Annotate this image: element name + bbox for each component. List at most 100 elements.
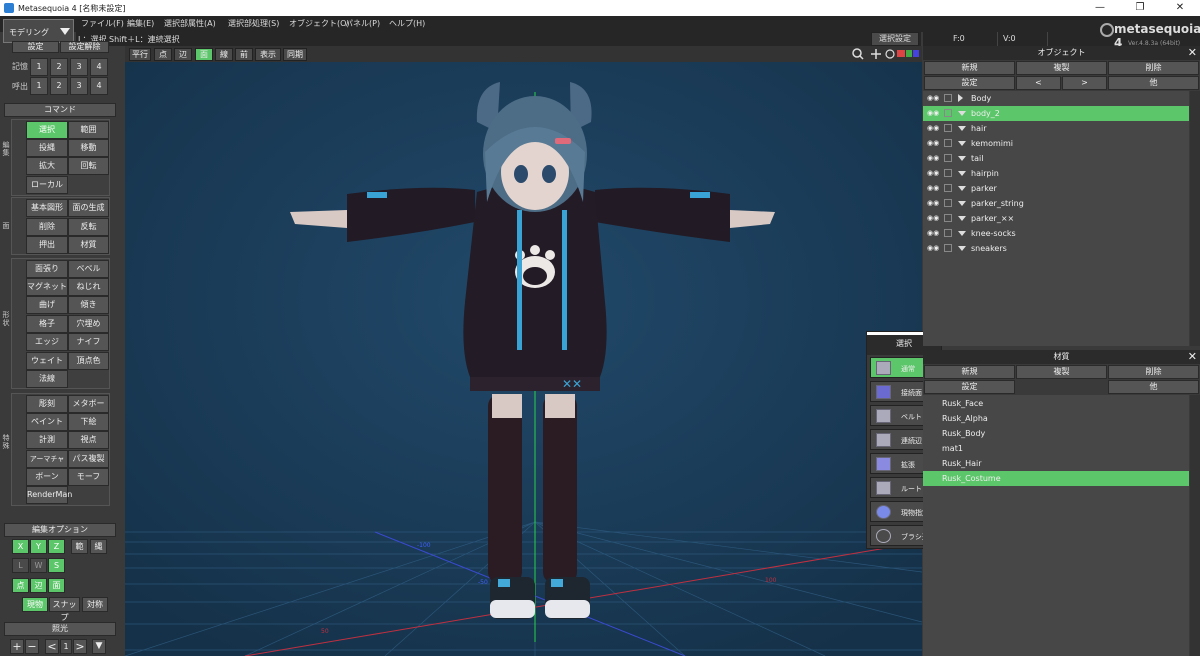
- cmd-path-duplicate[interactable]: パス複製: [68, 450, 109, 468]
- next-light-button[interactable]: >: [73, 639, 87, 654]
- coord-world-toggle[interactable]: W: [30, 558, 47, 573]
- material-new-button[interactable]: 新規: [924, 365, 1015, 379]
- memory-slot-3[interactable]: 3: [70, 58, 88, 76]
- color-mode-icon[interactable]: [897, 50, 905, 57]
- target-face-toggle[interactable]: 面: [48, 578, 65, 593]
- lock-icon[interactable]: [944, 154, 952, 162]
- cmd-magnet[interactable]: マグネット: [26, 278, 68, 296]
- recall-slot-4[interactable]: 4: [90, 77, 108, 95]
- unset-button[interactable]: 設定解除: [60, 41, 109, 53]
- memory-slot-1[interactable]: 1: [30, 58, 48, 76]
- rotate-icon[interactable]: [885, 49, 895, 59]
- lock-icon[interactable]: [944, 214, 952, 222]
- cmd-bevel[interactable]: ベベル: [68, 260, 109, 278]
- cmd-flip[interactable]: 反転: [68, 218, 109, 236]
- view-display-button[interactable]: 表示: [255, 48, 281, 61]
- cmd-viewpoint[interactable]: 視点: [68, 431, 109, 449]
- pan-icon[interactable]: [871, 49, 881, 59]
- cmd-metaball[interactable]: メタボール: [68, 395, 109, 424]
- visibility-icon[interactable]: ◉◉: [927, 229, 939, 237]
- visibility-icon[interactable]: ◉◉: [927, 154, 939, 162]
- target-edge-toggle[interactable]: 辺: [30, 578, 47, 593]
- cmd-material[interactable]: 材質: [68, 236, 109, 254]
- material-settings-button[interactable]: 設定: [924, 380, 1015, 394]
- object-other-button[interactable]: 他: [1108, 76, 1199, 90]
- material-other-button[interactable]: 他: [1108, 380, 1199, 394]
- cmd-edge[interactable]: エッジ: [26, 333, 68, 351]
- set-button[interactable]: 設定: [12, 41, 59, 53]
- chevron-down-icon[interactable]: [958, 111, 966, 116]
- mode-select[interactable]: モデリング: [3, 19, 74, 43]
- material-duplicate-button[interactable]: 複製: [1016, 365, 1107, 379]
- cmd-lasso[interactable]: 投縄: [26, 139, 68, 157]
- cmd-create-face[interactable]: 面の生成: [68, 199, 109, 217]
- object-new-button[interactable]: 新規: [924, 61, 1015, 75]
- visibility-icon[interactable]: ◉◉: [927, 214, 939, 222]
- view-line-button[interactable]: 線: [215, 48, 233, 61]
- chevron-down-icon[interactable]: [958, 186, 966, 191]
- 3d-viewport[interactable]: 平行 点 辺 面 線 前 表示 同期 -100 -50 50 100 ✕✕: [125, 46, 922, 656]
- material-row[interactable]: Rusk_Costume: [923, 471, 1189, 486]
- material-list-scrollbar[interactable]: [1190, 395, 1200, 656]
- chevron-down-icon[interactable]: [958, 231, 966, 236]
- menu-selection-process[interactable]: 選択部処理(S): [228, 18, 279, 29]
- object-row[interactable]: ◉◉ Body: [923, 91, 1189, 106]
- symmetry-toggle[interactable]: 対称: [82, 597, 108, 612]
- cmd-armature[interactable]: アーマチャー: [26, 450, 68, 479]
- lock-icon[interactable]: [944, 94, 952, 102]
- visibility-icon[interactable]: ◉◉: [927, 94, 939, 102]
- lock-icon[interactable]: [944, 229, 952, 237]
- recall-slot-2[interactable]: 2: [50, 77, 68, 95]
- material-row[interactable]: mat1: [923, 441, 1189, 456]
- object-row[interactable]: ◉◉ hairpin: [923, 166, 1189, 181]
- chevron-down-icon[interactable]: [958, 171, 966, 176]
- cmd-knife[interactable]: ナイフ: [68, 333, 109, 351]
- cmd-delete[interactable]: 削除: [26, 218, 68, 236]
- chevron-down-icon[interactable]: [958, 201, 966, 206]
- object-row[interactable]: ◉◉ hair: [923, 121, 1189, 136]
- cmd-fill-hole[interactable]: 穴埋め: [68, 315, 109, 333]
- cmd-tilt[interactable]: 傾き: [68, 296, 109, 314]
- lock-icon[interactable]: [944, 244, 952, 252]
- object-prev-button[interactable]: <: [1016, 76, 1061, 90]
- lock-icon[interactable]: [944, 199, 952, 207]
- scene-canvas[interactable]: -100 -50 50 100 ✕✕: [125, 62, 922, 656]
- material-delete-button[interactable]: 削除: [1108, 365, 1199, 379]
- object-row[interactable]: ◉◉ kemomimi: [923, 136, 1189, 151]
- material-row[interactable]: Rusk_Body: [923, 426, 1189, 441]
- cmd-bend[interactable]: 曲げ: [26, 296, 68, 314]
- object-row[interactable]: ◉◉ parker_string: [923, 196, 1189, 211]
- zoom-icon[interactable]: [852, 48, 862, 58]
- cmd-face-fill[interactable]: 面張り: [26, 260, 68, 278]
- visibility-icon[interactable]: ◉◉: [927, 139, 939, 147]
- lock-icon[interactable]: [944, 124, 952, 132]
- object-row[interactable]: ◉◉ body_2: [923, 106, 1189, 121]
- object-delete-button[interactable]: 削除: [1108, 61, 1199, 75]
- object-next-button[interactable]: >: [1062, 76, 1107, 90]
- cmd-bone[interactable]: ボーン: [26, 468, 68, 486]
- menu-object[interactable]: オブジェクト(O): [289, 18, 350, 29]
- lasso-toggle[interactable]: 縄: [90, 539, 107, 554]
- view-sync-button[interactable]: 同期: [283, 48, 307, 61]
- object-row[interactable]: ◉◉ parker_××: [923, 211, 1189, 226]
- axis-y-toggle[interactable]: Y: [30, 539, 47, 554]
- visibility-icon[interactable]: ◉◉: [927, 109, 939, 117]
- visibility-icon[interactable]: ◉◉: [927, 169, 939, 177]
- cmd-select[interactable]: 選択: [26, 121, 68, 139]
- cmd-extrude[interactable]: 押出: [26, 236, 68, 254]
- chevron-down-icon[interactable]: [958, 246, 966, 251]
- cmd-weight[interactable]: ウェイト: [26, 352, 68, 370]
- object-row[interactable]: ◉◉ knee-socks: [923, 226, 1189, 241]
- material-panel-close-icon[interactable]: ✕: [1188, 350, 1197, 364]
- recall-slot-3[interactable]: 3: [70, 77, 88, 95]
- chevron-down-icon[interactable]: [958, 141, 966, 146]
- cmd-range[interactable]: 範囲: [68, 121, 109, 139]
- lock-icon[interactable]: [944, 109, 952, 117]
- visibility-icon[interactable]: ◉◉: [927, 124, 939, 132]
- cmd-move[interactable]: 移動: [68, 139, 109, 157]
- prev-light-button[interactable]: <: [45, 639, 59, 654]
- object-list-scrollbar[interactable]: [1190, 91, 1200, 346]
- object-duplicate-button[interactable]: 複製: [1016, 61, 1107, 75]
- cmd-rotate[interactable]: 回転: [68, 157, 109, 175]
- material-row[interactable]: Rusk_Hair: [923, 456, 1189, 471]
